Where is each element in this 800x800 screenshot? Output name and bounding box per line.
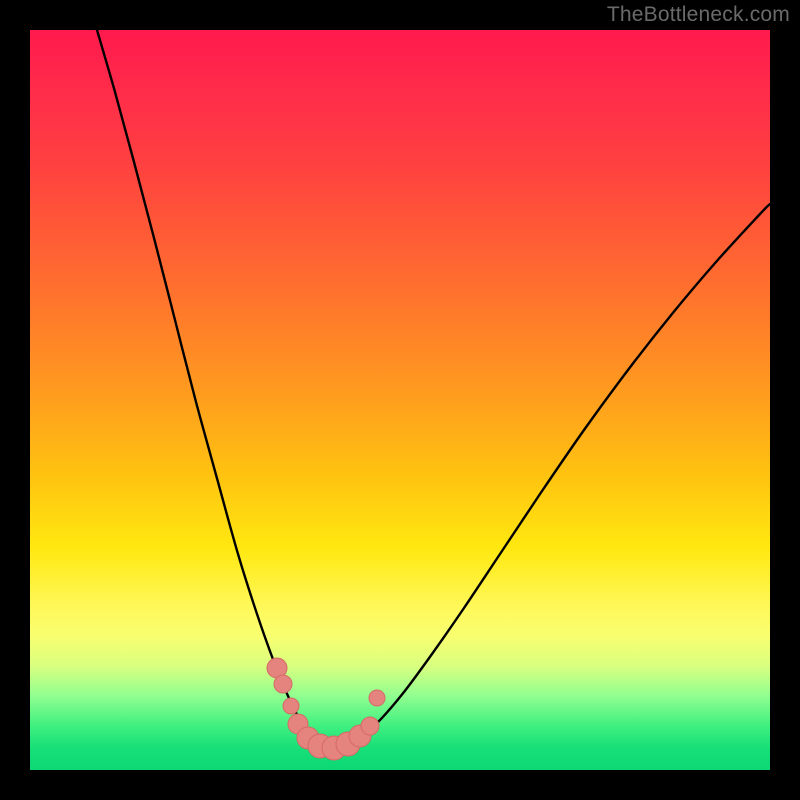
chart-frame: TheBottleneck.com xyxy=(0,0,800,800)
watermark-label: TheBottleneck.com xyxy=(607,3,790,27)
gradient-background xyxy=(30,30,770,770)
plot-area xyxy=(30,30,770,770)
